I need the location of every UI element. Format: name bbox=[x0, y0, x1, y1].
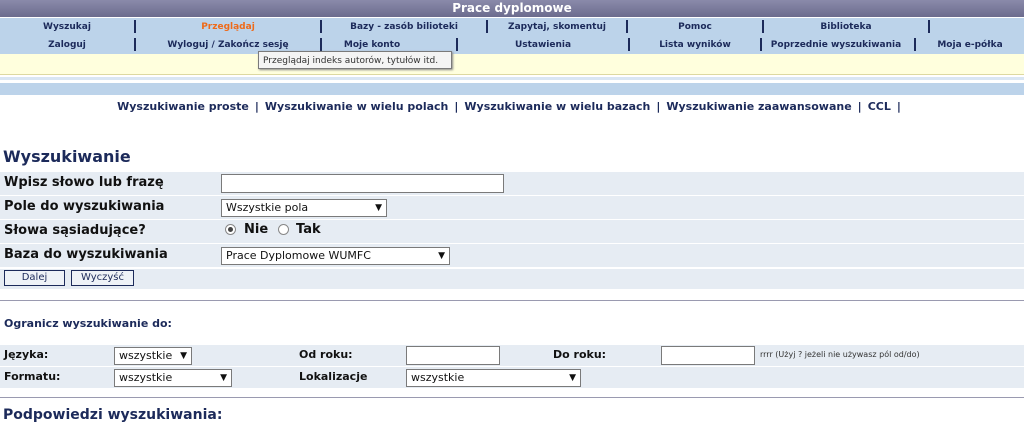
field-row: Pole do wyszukiwania Wszystkie pola ▼ bbox=[0, 196, 1024, 220]
subnav-advanced-search[interactable]: Wyszukiwanie zaawansowane bbox=[666, 100, 851, 113]
subnav-separator: | bbox=[454, 100, 459, 113]
base-select-value: Prace Dyplomowe WUMFC bbox=[226, 249, 371, 262]
field-label: Pole do wyszukiwania bbox=[4, 199, 165, 214]
menu-databases[interactable]: Bazy - zasób bilioteki bbox=[322, 18, 486, 36]
dropdown-arrow-icon: ▼ bbox=[180, 351, 187, 361]
clear-button[interactable]: Wyczyść bbox=[71, 270, 134, 286]
dropdown-arrow-icon: ▼ bbox=[375, 203, 382, 213]
adjacent-yes-radio[interactable] bbox=[278, 224, 289, 235]
menu-browse[interactable]: Przeglądaj bbox=[136, 18, 320, 36]
base-label: Baza do wyszukiwania bbox=[4, 247, 168, 262]
language-select-value: wszystkie bbox=[119, 349, 173, 362]
format-select-value: wszystkie bbox=[119, 371, 173, 384]
dropdown-arrow-icon: ▼ bbox=[438, 251, 445, 261]
account-menu: Zaloguj Wyloguj / Zakończ sesję Moje kon… bbox=[0, 36, 1024, 55]
adjacent-no-label: Nie bbox=[244, 222, 269, 237]
subnav-separator: | bbox=[857, 100, 862, 113]
main-menu: Wyszukaj Przeglądaj Bazy - zasób biliote… bbox=[0, 18, 1024, 37]
divider-band bbox=[0, 83, 1024, 95]
subnav-separator: | bbox=[656, 100, 661, 113]
subnav-separator: | bbox=[254, 100, 259, 113]
menu-help[interactable]: Pomoc bbox=[628, 18, 762, 36]
next-button[interactable]: Dalej bbox=[4, 270, 65, 286]
to-year-input[interactable] bbox=[661, 346, 755, 365]
limit-row-2: Formatu: wszystkie ▼ Lokalizacje wszystk… bbox=[0, 367, 1024, 388]
menu-my-eshelf[interactable]: Moja e-półka bbox=[916, 36, 1024, 54]
page-title: Wyszukiwanie bbox=[3, 147, 131, 166]
location-label: Lokalizacje bbox=[299, 370, 368, 383]
phrase-row: Wpisz słowo lub frazę bbox=[0, 172, 1024, 196]
limit-title: Ogranicz wyszukiwanie do: bbox=[4, 317, 172, 330]
location-select-value: wszystkie bbox=[411, 371, 465, 384]
field-select[interactable]: Wszystkie pola ▼ bbox=[221, 199, 387, 217]
adjacent-no-radio[interactable] bbox=[225, 224, 236, 235]
divider bbox=[0, 300, 1024, 301]
form-buttons: Dalej Wyczyść bbox=[0, 269, 1024, 289]
phrase-label: Wpisz słowo lub frazę bbox=[4, 175, 164, 190]
menu-separator bbox=[928, 20, 930, 33]
menu-previous-searches[interactable]: Poprzednie wyszukiwania bbox=[762, 36, 910, 54]
base-select[interactable]: Prace Dyplomowe WUMFC ▼ bbox=[221, 247, 450, 265]
message-bar bbox=[0, 54, 1024, 75]
adjacent-yes-label: Tak bbox=[296, 222, 321, 237]
divider-band bbox=[0, 77, 1024, 80]
menu-result-list[interactable]: Lista wyników bbox=[630, 36, 760, 54]
format-label: Formatu: bbox=[4, 370, 61, 383]
menu-library[interactable]: Biblioteka bbox=[764, 18, 928, 36]
format-select[interactable]: wszystkie ▼ bbox=[114, 369, 232, 387]
browse-tooltip: Przeglądaj indeks autorów, tytułów itd. bbox=[258, 51, 452, 69]
location-select[interactable]: wszystkie ▼ bbox=[406, 369, 581, 387]
year-hint: rrrr (Użyj ? jeżeli nie używasz pól od/d… bbox=[760, 350, 920, 359]
base-row: Baza do wyszukiwania Prace Dyplomowe WUM… bbox=[0, 244, 1024, 268]
search-hints-title: Podpowiedzi wyszukiwania: bbox=[3, 407, 223, 423]
search-type-nav: Wyszukiwanie proste | Wyszukiwanie w wielu… bbox=[0, 100, 1024, 120]
dropdown-arrow-icon: ▼ bbox=[220, 373, 227, 383]
subnav-ccl[interactable]: CCL bbox=[868, 100, 891, 113]
phrase-input[interactable] bbox=[221, 174, 504, 193]
divider bbox=[0, 397, 1024, 398]
menu-search[interactable]: Wyszukaj bbox=[0, 18, 134, 36]
from-year-label: Od roku: bbox=[299, 348, 353, 361]
limit-row-1: Języka: wszystkie ▼ Od roku: Do roku: rr… bbox=[0, 345, 1024, 366]
from-year-input[interactable] bbox=[406, 346, 500, 365]
subnav-multi-base-search[interactable]: Wyszukiwanie w wielu bazach bbox=[464, 100, 650, 113]
subnav-multi-field-search[interactable]: Wyszukiwanie w wielu polach bbox=[265, 100, 448, 113]
dropdown-arrow-icon: ▼ bbox=[569, 373, 576, 383]
app-title: Prace dyplomowe bbox=[0, 0, 1024, 17]
subnav-simple-search[interactable]: Wyszukiwanie proste bbox=[117, 100, 249, 113]
menu-ask-comment[interactable]: Zapytaj, skomentuj bbox=[488, 18, 626, 36]
adjacent-row: Słowa sąsiadujące? Nie Tak bbox=[0, 220, 1024, 244]
menu-login[interactable]: Zaloguj bbox=[0, 36, 134, 54]
menu-settings[interactable]: Ustawienia bbox=[458, 36, 628, 54]
language-select[interactable]: wszystkie ▼ bbox=[114, 347, 192, 365]
field-select-value: Wszystkie pola bbox=[226, 201, 309, 214]
to-year-label: Do roku: bbox=[553, 348, 607, 361]
language-label: Języka: bbox=[4, 348, 49, 361]
subnav-separator: | bbox=[896, 100, 901, 113]
adjacent-label: Słowa sąsiadujące? bbox=[4, 223, 146, 238]
